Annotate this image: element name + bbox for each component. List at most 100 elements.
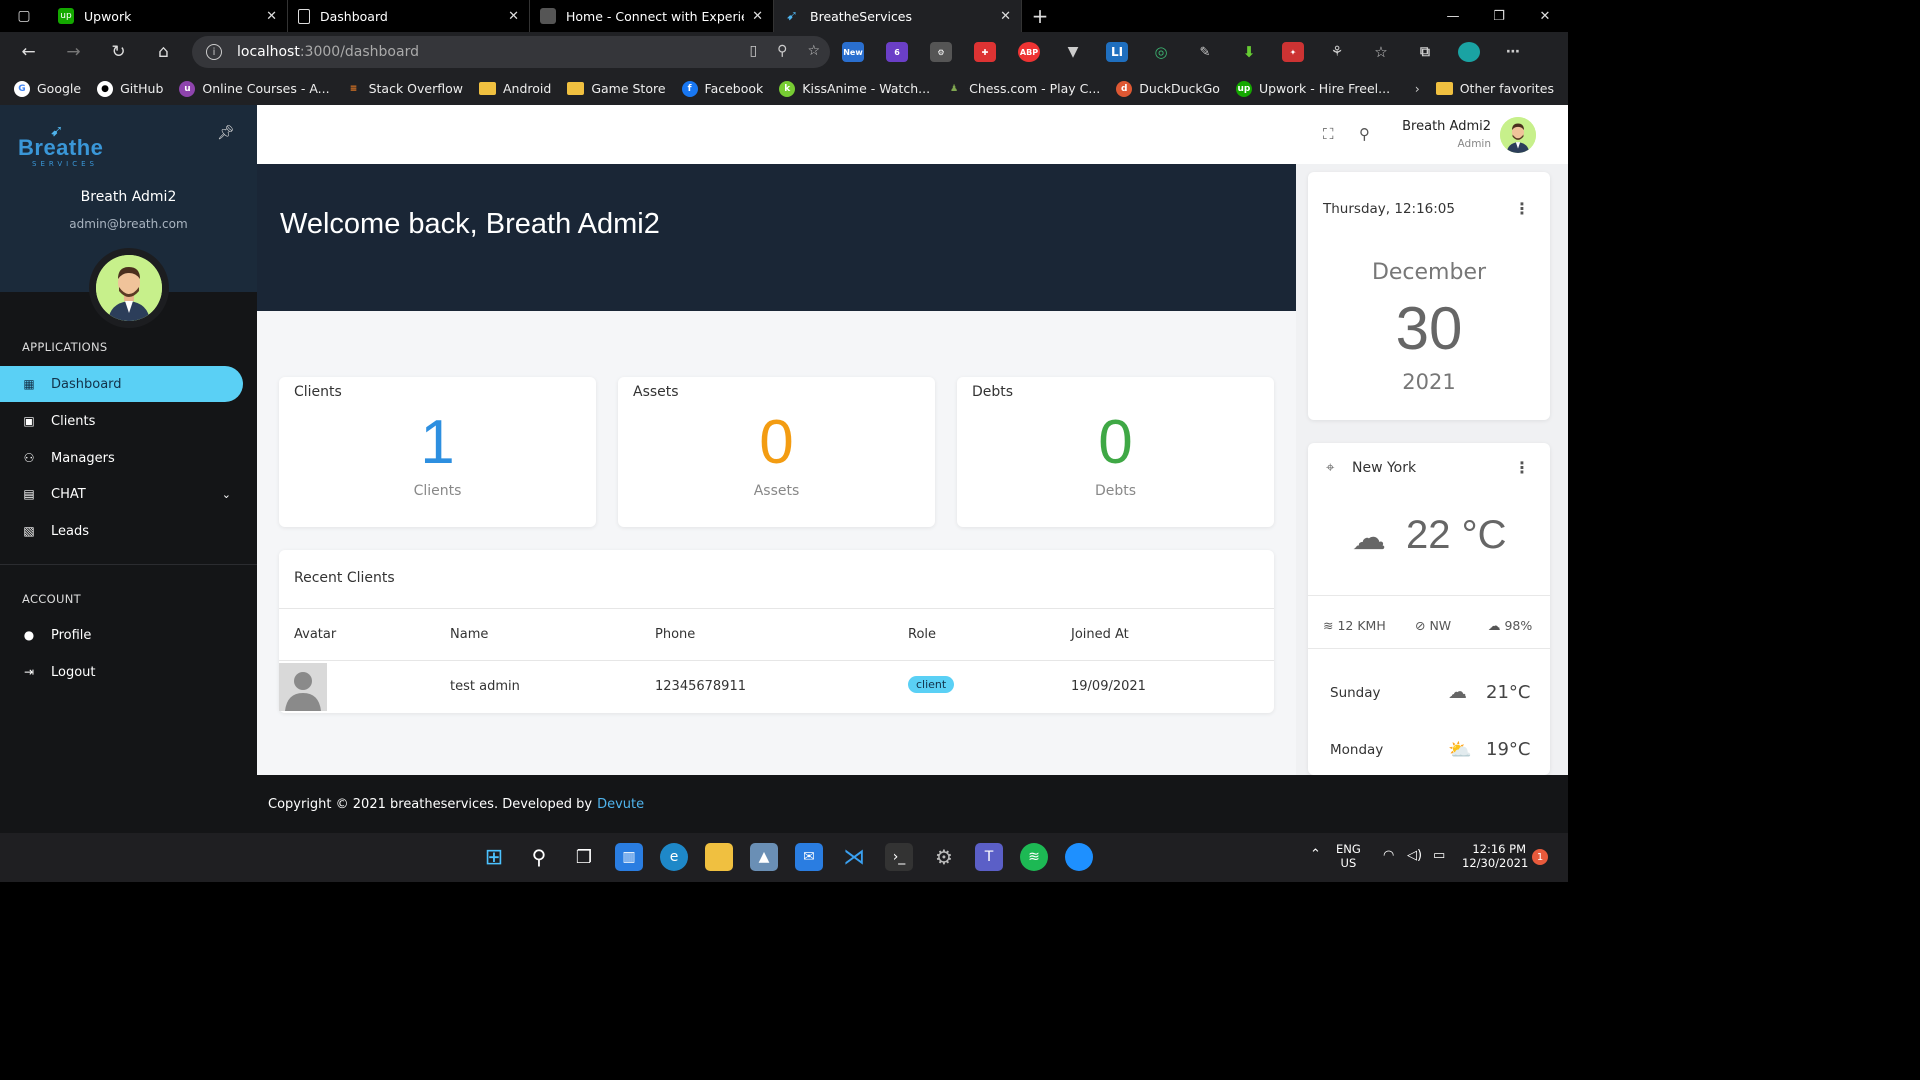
tab-dashboard[interactable]: Dashboard ✕ bbox=[288, 0, 530, 32]
spotify-icon[interactable]: ≋ bbox=[1020, 843, 1048, 871]
app-icon[interactable] bbox=[1065, 843, 1093, 871]
sidebar-item-profile[interactable]: ● Profile bbox=[0, 617, 243, 653]
sidebar-item-dashboard[interactable]: ▦ Dashboard bbox=[0, 366, 243, 402]
vue-extension-icon[interactable]: ▼ bbox=[1062, 42, 1084, 62]
collections-icon[interactable]: ⧉ bbox=[1414, 42, 1436, 62]
close-window-icon[interactable]: ✕ bbox=[1522, 0, 1568, 32]
refresh-icon[interactable]: ↻ bbox=[96, 42, 141, 62]
edge-icon[interactable]: e bbox=[660, 843, 688, 871]
download-extension-icon[interactable]: ⬇ bbox=[1238, 42, 1260, 62]
favorites-icon[interactable]: ☆ bbox=[1370, 42, 1392, 62]
column-header[interactable]: Phone bbox=[655, 627, 695, 642]
home-icon[interactable]: ⌂ bbox=[141, 42, 186, 62]
minimize-icon[interactable]: — bbox=[1430, 0, 1476, 32]
header-avatar[interactable] bbox=[1500, 117, 1536, 153]
mail-icon[interactable]: ✉ bbox=[795, 843, 823, 871]
bookmark-kissanime[interactable]: k KissAnime - Watch... bbox=[779, 80, 930, 97]
bookmark-stack-overflow[interactable]: ≡ Stack Overflow bbox=[346, 81, 463, 97]
favorite-add-icon[interactable]: ☆ bbox=[807, 43, 820, 59]
extension-count-icon[interactable]: 6 bbox=[886, 42, 908, 62]
cloud-icon: ☁ bbox=[1448, 681, 1467, 703]
teams-icon[interactable]: T bbox=[975, 843, 1003, 871]
red-extension-icon[interactable]: ✚ bbox=[974, 42, 996, 62]
search-icon[interactable]: ⚲ bbox=[525, 843, 553, 871]
clock[interactable]: 12:16 PM 12/30/2021 bbox=[1462, 842, 1528, 870]
settings-icon[interactable]: ⚙ bbox=[930, 843, 958, 871]
sidebar-item-logout[interactable]: ⇥ Logout bbox=[0, 654, 243, 690]
sidebar-item-clients[interactable]: ▣ Clients bbox=[0, 403, 243, 439]
maximize-icon[interactable]: ❐ bbox=[1476, 0, 1522, 32]
target-extension-icon[interactable]: ◎ bbox=[1150, 42, 1172, 62]
column-header[interactable]: Joined At bbox=[1071, 627, 1129, 642]
fullscreen-icon[interactable]: ⛶ bbox=[1323, 125, 1334, 143]
volume-icon[interactable]: ◁) bbox=[1407, 848, 1422, 863]
wifi-icon[interactable]: ◠ bbox=[1383, 848, 1394, 863]
file-explorer-icon[interactable] bbox=[705, 843, 733, 871]
sidebar-item-managers[interactable]: ⚇ Managers bbox=[0, 440, 243, 476]
adblock-icon[interactable]: ABP bbox=[1018, 42, 1040, 62]
new-extension-icon[interactable]: New bbox=[842, 42, 864, 62]
sidebar-item-chat[interactable]: ▤ CHAT ⌄ bbox=[0, 476, 243, 512]
gamepad-extension-icon[interactable]: ⚙ bbox=[930, 42, 952, 62]
close-icon[interactable]: ✕ bbox=[508, 9, 519, 24]
chevron-right-icon[interactable]: › bbox=[1415, 81, 1420, 96]
bookmark-game-store[interactable]: Game Store bbox=[567, 81, 666, 96]
color-extension-icon[interactable]: ✦ bbox=[1282, 42, 1304, 62]
task-view-icon[interactable]: ❐ bbox=[570, 843, 598, 871]
column-header[interactable]: Name bbox=[450, 627, 488, 642]
more-vert-icon[interactable]: ⋮ bbox=[1514, 458, 1530, 477]
site-info-icon[interactable]: i bbox=[206, 44, 222, 60]
tab-actions-icon[interactable]: ▢ bbox=[0, 0, 48, 32]
li-extension-icon[interactable]: LI bbox=[1106, 42, 1128, 62]
other-favorites[interactable]: › Other favorites bbox=[1415, 72, 1554, 105]
tab-breatheservices[interactable]: ➹ BreatheServices ✕ bbox=[774, 0, 1022, 32]
close-icon[interactable]: ✕ bbox=[752, 9, 763, 24]
vscode-icon[interactable]: ⋊ bbox=[840, 843, 868, 871]
forward-icon[interactable]: → bbox=[51, 42, 96, 62]
zoom-icon[interactable]: ⚲ bbox=[777, 43, 787, 59]
url-bar[interactable]: i localhost:3000/dashboard ▯ ⚲ ☆ bbox=[192, 36, 830, 68]
bookmark-facebook[interactable]: f Facebook bbox=[681, 80, 763, 97]
bookmark-android[interactable]: Android bbox=[478, 81, 551, 96]
stat-card-debts[interactable]: Debts 0 Debts bbox=[957, 377, 1274, 527]
stat-card-assets[interactable]: Assets 0 Assets bbox=[618, 377, 935, 527]
notification-badge[interactable]: 1 bbox=[1532, 849, 1548, 865]
bookmark-google[interactable]: G Google bbox=[14, 80, 81, 97]
widgets-icon[interactable]: ▥ bbox=[615, 843, 643, 871]
sidebar-item-leads[interactable]: ▧ Leads bbox=[0, 513, 243, 549]
profile-avatar-icon[interactable] bbox=[1458, 42, 1480, 62]
back-icon[interactable]: ← bbox=[6, 42, 51, 62]
breathe-logo[interactable]: ➹ Breathe SERVICES bbox=[18, 115, 118, 168]
bookmark-chess[interactable]: ♟ Chess.com - Play C... bbox=[946, 81, 1100, 97]
bookmark-upwork[interactable]: up Upwork - Hire Freel... bbox=[1235, 80, 1390, 97]
extensions-icon[interactable]: ⚘ bbox=[1326, 42, 1348, 62]
more-menu-icon[interactable]: ⋯ bbox=[1502, 42, 1524, 62]
header-user-name[interactable]: Breath Admi2 bbox=[1402, 119, 1491, 134]
column-header[interactable]: Avatar bbox=[294, 627, 336, 642]
battery-icon[interactable]: ▭ bbox=[1433, 848, 1445, 863]
bookmark-github[interactable]: ● GitHub bbox=[97, 80, 163, 97]
language-indicator[interactable]: ENG US bbox=[1336, 842, 1361, 870]
chevron-up-icon[interactable]: ⌃ bbox=[1310, 847, 1321, 862]
more-vert-icon[interactable]: ⋮ bbox=[1514, 199, 1530, 218]
tab-upwork[interactable]: up Upwork ✕ bbox=[48, 0, 288, 32]
photos-icon[interactable]: ▲ bbox=[750, 843, 778, 871]
chevron-down-icon[interactable]: ⌄ bbox=[222, 488, 231, 501]
reader-mode-icon[interactable]: ▯ bbox=[749, 43, 757, 59]
bookmark-online-courses[interactable]: u Online Courses - A... bbox=[179, 80, 330, 97]
avatar[interactable] bbox=[89, 248, 169, 328]
bookmark-duckduckgo[interactable]: d DuckDuckGo bbox=[1116, 80, 1220, 97]
feather-extension-icon[interactable]: ✎ bbox=[1194, 42, 1216, 62]
stat-card-clients[interactable]: Clients 1 Clients bbox=[279, 377, 596, 527]
devute-link[interactable]: Devute bbox=[597, 797, 644, 812]
column-header[interactable]: Role bbox=[908, 627, 936, 642]
tab-home-connect[interactable]: Home - Connect with Experience ✕ bbox=[530, 0, 774, 32]
new-tab-button[interactable]: + bbox=[1022, 4, 1058, 28]
terminal-icon[interactable]: ›_ bbox=[885, 843, 913, 871]
pin-icon[interactable]: 📌︎ bbox=[217, 125, 235, 141]
search-icon[interactable]: ⚲ bbox=[1359, 125, 1370, 143]
close-icon[interactable]: ✕ bbox=[1000, 9, 1011, 24]
windows-start-icon[interactable]: ⊞ bbox=[480, 843, 508, 871]
sidebar-divider bbox=[0, 564, 257, 565]
close-icon[interactable]: ✕ bbox=[266, 9, 277, 24]
